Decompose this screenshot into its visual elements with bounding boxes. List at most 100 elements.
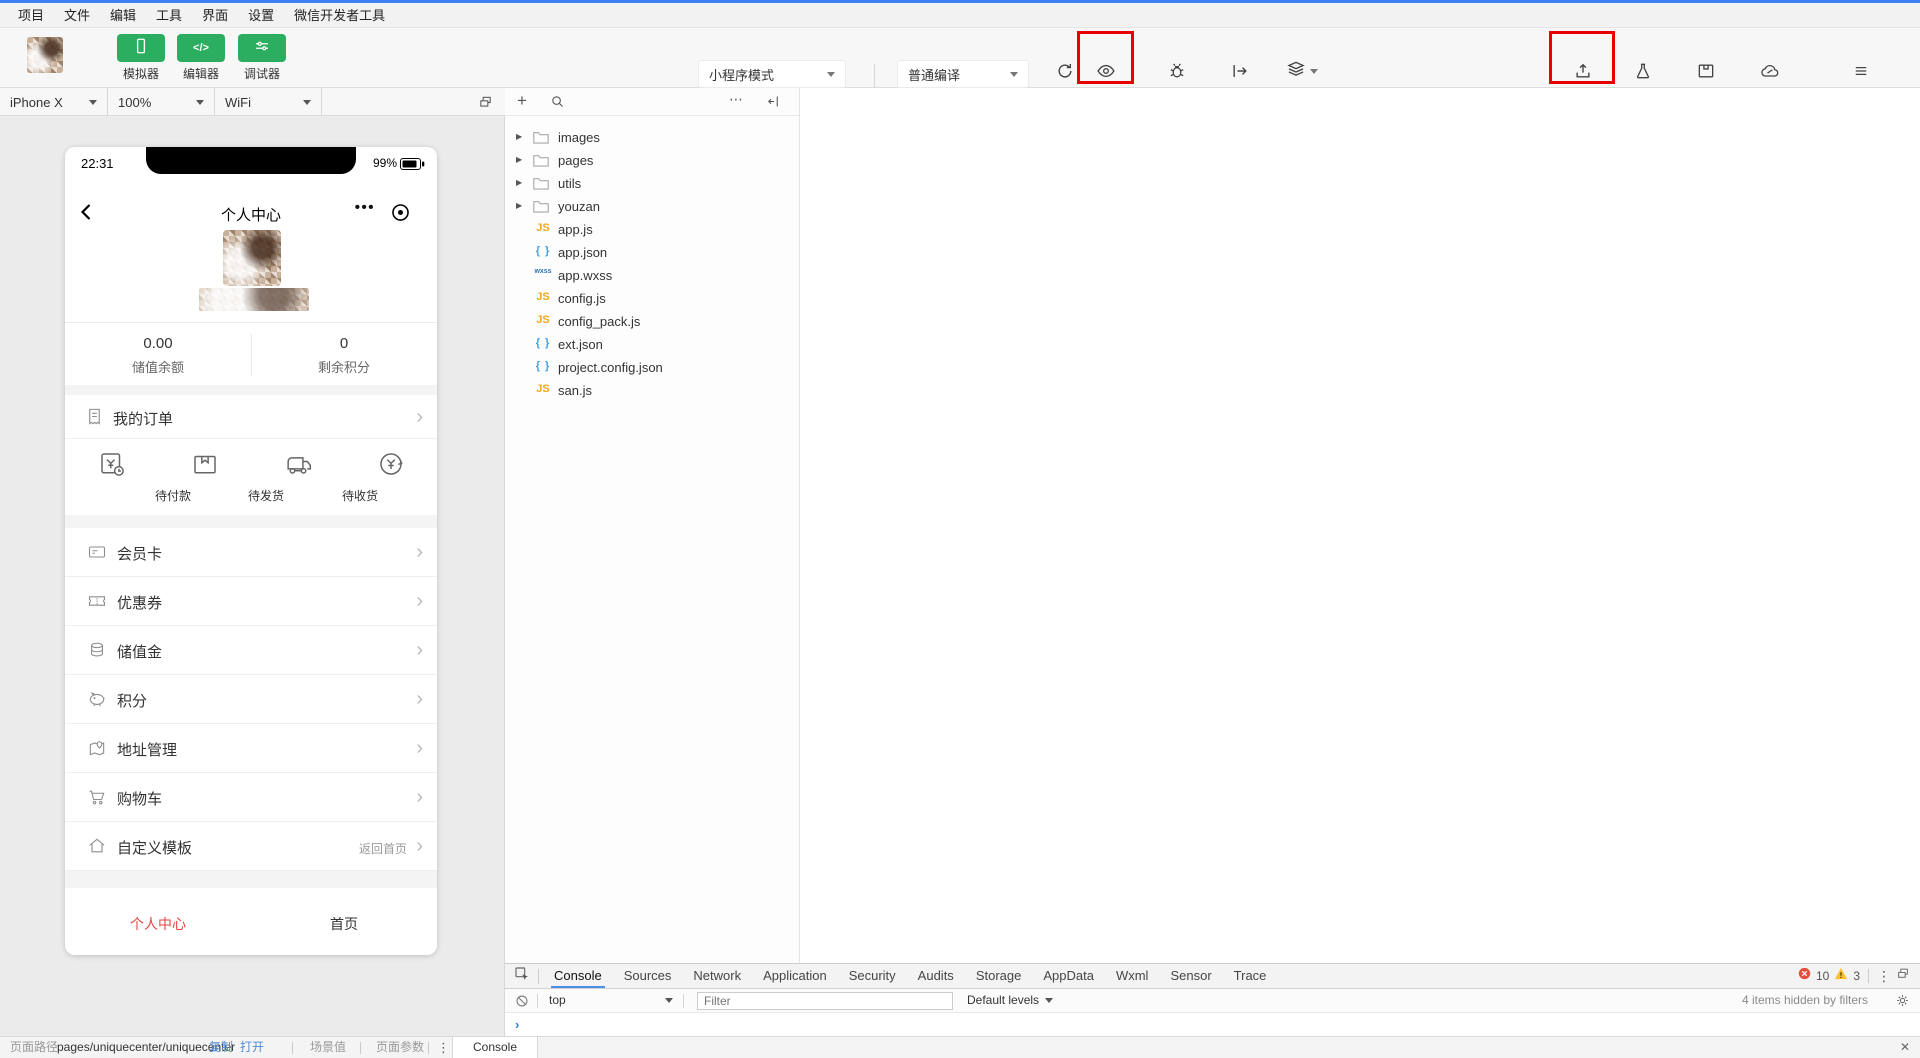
console-prompt-icon: › [515, 1017, 519, 1032]
username-blurred [199, 288, 309, 311]
battery-percent: 99% [373, 156, 397, 170]
expand-arrow-icon[interactable]: ▶ [516, 178, 522, 187]
compile-mode-select[interactable]: 普通编译 [897, 60, 1029, 88]
drawer-kebab-icon[interactable]: ⋮ [437, 1037, 450, 1058]
tree-file-sanjs[interactable]: JS san.js [505, 379, 799, 402]
device-select[interactable]: iPhone X [0, 88, 108, 116]
more-options-icon[interactable]: ⋯ [729, 91, 743, 108]
context-select[interactable]: top [549, 993, 566, 1007]
tree-folder-youzan[interactable]: ▶ youzan [505, 195, 799, 218]
user-avatar[interactable] [27, 37, 63, 73]
menu-points[interactable]: 积分 › [65, 675, 437, 724]
expand-arrow-icon[interactable]: ▶ [516, 155, 522, 164]
tree-folder-pages[interactable]: ▶ pages [505, 149, 799, 172]
dock-window-icon[interactable] [1896, 967, 1910, 985]
menu-member-card[interactable]: 会员卡 › [65, 528, 437, 577]
menu-item-settings[interactable]: 设置 [238, 3, 284, 28]
orders-header[interactable]: 我的订单 › [65, 395, 437, 439]
error-count[interactable]: 10 [1816, 969, 1829, 983]
phone-tab-bar: 个人中心 首页 [65, 888, 437, 955]
order-after-sale[interactable]: 售后 [344, 439, 437, 515]
tab-personal-center[interactable]: 个人中心 [65, 914, 251, 934]
console-output-area[interactable]: › [505, 1013, 1920, 1037]
package-icon [1677, 58, 1735, 84]
scene-value-label[interactable]: 场景值 [310, 1037, 346, 1058]
warning-count[interactable]: 3 [1853, 969, 1860, 983]
devtools-status-cluster: 10 3 ⋮ [1798, 967, 1910, 985]
filter-input[interactable] [697, 992, 953, 1010]
menu-item-tools[interactable]: 工具 [146, 3, 192, 28]
expand-arrow-icon[interactable]: ▶ [516, 132, 522, 141]
log-level-select[interactable]: Default levels [967, 993, 1039, 1007]
back-home-link[interactable]: 返回首页 [359, 840, 407, 857]
close-drawer-icon[interactable]: ✕ [1900, 1037, 1910, 1058]
scale-select[interactable]: 100% [108, 88, 215, 116]
capsule-target-icon[interactable] [390, 202, 411, 228]
order-pending-payment[interactable]: 待付款 [65, 439, 158, 515]
devtools-tab-trace[interactable]: Trace [1223, 964, 1278, 988]
page-params-label[interactable]: 页面参数 [376, 1037, 424, 1058]
kebab-menu-icon[interactable]: ⋮ [1877, 968, 1891, 985]
menu-cart[interactable]: 购物车 › [65, 773, 437, 822]
devtools-tab-console[interactable]: Console [543, 964, 613, 988]
console-drawer-tab[interactable]: Console [452, 1037, 538, 1058]
tree-file-configpackjs[interactable]: JS config_pack.js [505, 310, 799, 333]
devtools-tab-application[interactable]: Application [752, 964, 838, 988]
network-select[interactable]: WiFi [215, 88, 322, 116]
editor-area[interactable] [800, 88, 1920, 963]
tree-file-appjs[interactable]: JS app.js [505, 218, 799, 241]
order-pending-ship[interactable]: 待发货 [158, 439, 251, 515]
layers-icon [1286, 59, 1306, 84]
simulator-toggle-button[interactable]: 模拟器 [111, 34, 171, 82]
menu-item-project[interactable]: 项目 [8, 3, 54, 28]
json-file-icon: { } [532, 360, 554, 372]
tree-folder-utils[interactable]: ▶ utils [505, 172, 799, 195]
add-file-icon[interactable]: + [517, 91, 527, 111]
menu-item-devtools[interactable]: 微信开发者工具 [284, 3, 395, 28]
menu-custom-template[interactable]: 自定义模板 返回首页 › [65, 822, 437, 871]
chevron-down-icon[interactable] [665, 998, 673, 1003]
tree-file-extjson[interactable]: { } ext.json [505, 333, 799, 356]
menu-address[interactable]: 地址管理 › [65, 724, 437, 773]
menu-item-file[interactable]: 文件 [54, 3, 100, 28]
tab-home[interactable]: 首页 [251, 914, 437, 934]
detach-window-icon[interactable] [478, 95, 493, 114]
debugger-toggle-button[interactable]: 调试器 [232, 34, 292, 82]
tree-file-appwxss[interactable]: wxss app.wxss [505, 264, 799, 287]
inspect-element-icon[interactable] [514, 966, 530, 987]
coins-icon [87, 640, 107, 660]
devtools-tab-audits[interactable]: Audits [907, 964, 965, 988]
receipt-icon [85, 407, 104, 431]
tree-file-appjson[interactable]: { } app.json [505, 241, 799, 264]
devtools-tab-appdata[interactable]: AppData [1032, 964, 1105, 988]
expand-arrow-icon[interactable]: ▶ [516, 201, 522, 210]
menu-coupons[interactable]: 优惠券 › [65, 577, 437, 626]
devtools-tab-security[interactable]: Security [838, 964, 907, 988]
order-pending-receive[interactable]: 待收货 [251, 439, 344, 515]
points-stat[interactable]: 0 剩余积分 [251, 323, 437, 376]
search-icon[interactable] [550, 94, 565, 114]
code-icon: </> [193, 42, 209, 54]
devtools-tab-storage[interactable]: Storage [965, 964, 1033, 988]
copy-path-link[interactable]: 复制 [209, 1037, 233, 1058]
devtools-tab-sources[interactable]: Sources [613, 964, 683, 988]
open-path-link[interactable]: 打开 [240, 1037, 264, 1058]
menu-item-view[interactable]: 界面 [192, 3, 238, 28]
collapse-panel-icon[interactable] [766, 94, 781, 114]
clear-console-icon[interactable] [515, 994, 529, 1013]
tree-file-projectconfigjson[interactable]: { } project.config.json [505, 356, 799, 379]
devtools-tab-wxml[interactable]: Wxml [1105, 964, 1160, 988]
balance-stat[interactable]: 0.00 储值余额 [65, 323, 251, 376]
menu-stored-value[interactable]: 储值金 › [65, 626, 437, 675]
devtools-tab-sensor[interactable]: Sensor [1159, 964, 1222, 988]
chevron-down-icon[interactable] [1045, 998, 1053, 1003]
user-avatar-large[interactable] [223, 230, 281, 286]
menu-item-edit[interactable]: 编辑 [100, 3, 146, 28]
tree-folder-images[interactable]: ▶ images [505, 126, 799, 149]
more-dots-icon[interactable]: ••• [355, 199, 375, 216]
editor-toggle-button[interactable]: </> 编辑器 [171, 34, 231, 82]
mode-select[interactable]: 小程序模式 [698, 60, 846, 88]
settings-gear-icon[interactable] [1895, 993, 1910, 1013]
devtools-tab-network[interactable]: Network [682, 964, 752, 988]
tree-file-configjs[interactable]: JS config.js [505, 287, 799, 310]
